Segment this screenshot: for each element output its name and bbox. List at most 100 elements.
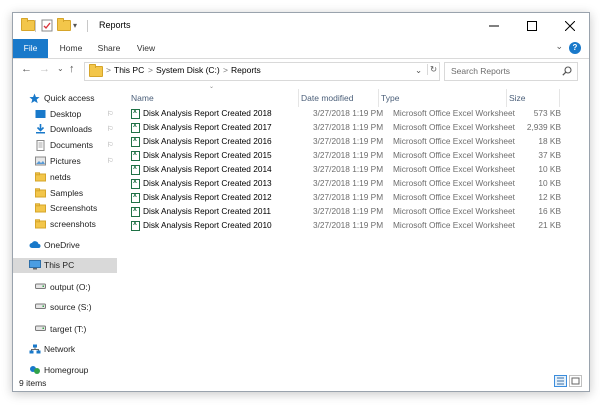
file-row[interactable]: Disk Analysis Report Created 2012 3/27/20… [131,192,571,205]
sidebar-item-screenshots[interactable]: screenshots [13,217,117,232]
details-view-button[interactable] [554,375,567,387]
sidebar-item-label: This PC [44,260,75,270]
large-icons-view-button[interactable] [569,375,582,387]
sidebar-item-screenshots[interactable]: Screenshots [13,201,117,216]
column-divider[interactable] [506,89,507,107]
new-folder-icon[interactable] [57,18,71,32]
star-icon [29,93,41,104]
breadcrumb-system-disk[interactable]: System Disk (C:) [156,65,220,75]
breadcrumb-separator: > [148,65,153,75]
address-bar[interactable]: > This PC > System Disk (C:) > Reports ⌄… [84,62,440,81]
title-bar: ▾ Reports [13,13,589,39]
pin-icon[interactable]: ⚐ [107,125,113,133]
excel-file-icon [131,136,140,147]
pin-icon[interactable]: ⚐ [107,141,113,149]
sidebar-item-desktop[interactable]: Desktop ⚐ [13,107,117,122]
breadcrumb-reports[interactable]: Reports [231,65,261,75]
sidebar-item-network[interactable]: Network [13,342,117,357]
search-input[interactable]: Search Reports [451,66,510,76]
file-row[interactable]: Disk Analysis Report Created 2014 3/27/20… [131,164,571,177]
sidebar-item-onedrive[interactable]: OneDrive [13,238,117,253]
recent-locations-button[interactable]: ⌄ [57,64,64,73]
address-dropdown-icon[interactable]: ⌄ [415,65,422,76]
minimize-button[interactable] [475,13,513,39]
file-type: Microsoft Office Excel Worksheet [393,136,515,146]
column-divider[interactable] [298,89,299,107]
sidebar-item-target-t[interactable]: target (T:) [13,322,117,337]
folder-icon [35,203,47,214]
tab-view[interactable]: View [129,39,163,58]
sidebar-item-documents[interactable]: Documents ⚐ [13,138,117,153]
forward-button[interactable]: → [39,63,50,75]
pictures-icon [35,156,47,167]
explorer-window: ▾ Reports File Home Share View ⌄ ? ← → ⌄… [12,12,590,392]
file-type: Microsoft Office Excel Worksheet [393,164,515,174]
refresh-button[interactable]: ↻ [427,64,437,75]
pin-icon[interactable]: ⚐ [107,157,113,165]
file-date: 3/27/2018 1:19 PM [313,150,384,160]
column-divider[interactable] [378,89,379,107]
desktop-icon [35,109,47,120]
tab-file[interactable]: File [13,39,48,58]
excel-file-icon [131,122,140,133]
properties-icon[interactable] [41,19,53,32]
sidebar-item-label: Screenshots [50,203,98,213]
file-type: Microsoft Office Excel Worksheet [393,220,515,230]
documents-icon [35,140,47,151]
file-date: 3/27/2018 1:19 PM [313,220,384,230]
column-header-name[interactable]: Name [131,93,154,103]
file-row[interactable]: Disk Analysis Report Created 2010 3/27/20… [131,220,571,233]
maximize-button[interactable] [513,13,551,39]
file-type: Microsoft Office Excel Worksheet [393,108,515,118]
column-header-size[interactable]: Size [509,93,526,103]
file-name: Disk Analysis Report Created 2013 [143,178,272,188]
breadcrumb-this-pc[interactable]: This PC [114,65,144,75]
search-icon[interactable] [562,66,572,76]
sidebar-item-pictures[interactable]: Pictures ⚐ [13,154,117,169]
file-row[interactable]: Disk Analysis Report Created 2018 3/27/20… [131,108,571,121]
back-button[interactable]: ← [21,63,32,75]
tab-home[interactable]: Home [53,39,89,58]
column-header-type[interactable]: Type [381,93,399,103]
pin-icon[interactable]: ⚐ [107,110,113,118]
column-divider[interactable] [559,89,560,107]
help-icon[interactable]: ? [569,42,581,54]
sidebar-item-quick-access[interactable]: Quick access [13,91,117,106]
search-box[interactable]: Search Reports [444,62,578,81]
sidebar-item-this-pc[interactable]: This PC [13,258,117,273]
sidebar-item-netds[interactable]: netds [13,170,117,185]
file-size: 16 KB [538,206,561,216]
file-type: Microsoft Office Excel Worksheet [393,150,515,160]
file-size: 2,939 KB [526,122,561,132]
file-row[interactable]: Disk Analysis Report Created 2011 3/27/20… [131,206,571,219]
file-name: Disk Analysis Report Created 2011 [143,206,272,216]
file-name: Disk Analysis Report Created 2015 [143,150,272,160]
divider [87,20,88,32]
homegroup-icon [29,365,41,376]
file-size: 10 KB [538,178,561,188]
file-row[interactable]: Disk Analysis Report Created 2015 3/27/20… [131,150,571,163]
file-name: Disk Analysis Report Created 2014 [143,164,272,174]
column-header-date[interactable]: Date modified [301,93,353,103]
sidebar-item-label: Downloads [50,124,93,134]
excel-file-icon [131,178,140,189]
sidebar-item-homegroup[interactable]: Homegroup [13,363,117,378]
sidebar-item-samples[interactable]: Samples [13,186,117,201]
sidebar-item-label: Network [44,344,76,354]
file-row[interactable]: Disk Analysis Report Created 2013 3/27/20… [131,178,571,191]
file-name: Disk Analysis Report Created 2018 [143,108,272,118]
file-row[interactable]: Disk Analysis Report Created 2016 3/27/20… [131,136,571,149]
file-type: Microsoft Office Excel Worksheet [393,206,515,216]
status-item-count: 9 items [19,378,47,388]
sidebar-item-source-s[interactable]: source (S:) [13,300,117,315]
breadcrumb-separator: > [223,65,228,75]
up-button[interactable]: ↑ [69,63,75,75]
expand-ribbon-icon[interactable]: ⌄ [555,41,563,52]
sidebar-item-downloads[interactable]: Downloads ⚐ [13,122,117,137]
tab-share[interactable]: Share [91,39,127,58]
close-button[interactable] [551,13,589,39]
sidebar-item-label: output (O:) [50,282,91,292]
customize-qat-icon[interactable]: ▾ [73,19,77,32]
file-row[interactable]: Disk Analysis Report Created 2017 3/27/20… [131,122,571,135]
sidebar-item-output-o[interactable]: output (O:) [13,280,117,295]
